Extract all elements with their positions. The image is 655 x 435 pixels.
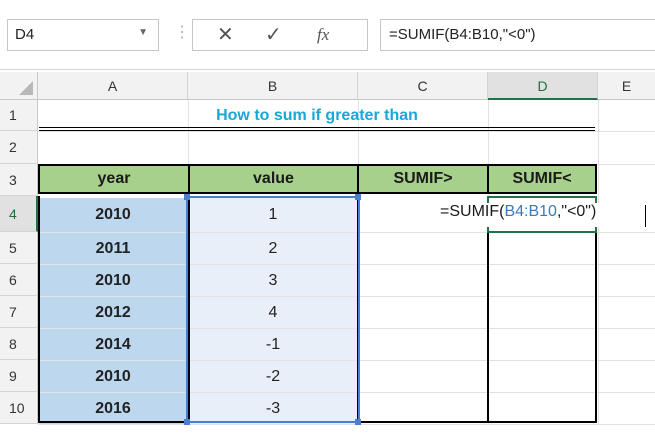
row-header-2[interactable]: 2 [0, 131, 38, 164]
row-header-3[interactable]: 3 [0, 164, 38, 196]
column-header-d[interactable]: D [488, 72, 598, 100]
header-sumif-greater[interactable]: SUMIF> [357, 164, 489, 194]
gridline [38, 424, 655, 425]
cell-d4-editor[interactable]: =SUMIF(B4:B10,"<0") [440, 203, 655, 227]
select-all-corner[interactable] [0, 72, 38, 100]
row-header-10[interactable]: 10 [0, 392, 38, 424]
chevron-down-icon[interactable]: ▼ [138, 27, 148, 38]
gridline [38, 131, 655, 132]
editor-formula-suffix: ,"<0") [556, 203, 597, 220]
reference-handle[interactable] [184, 419, 190, 425]
editor-formula-prefix: =SUMIF( [440, 203, 505, 220]
formula-reference-highlight[interactable] [186, 196, 360, 423]
reference-handle[interactable] [355, 419, 361, 425]
column-header-b[interactable]: B [188, 72, 358, 100]
header-sumif-less[interactable]: SUMIF< [487, 164, 597, 194]
column-header-c[interactable]: C [358, 72, 488, 100]
column-header-e[interactable]: E [598, 72, 655, 100]
editor-formula-range: B4:B10 [504, 203, 557, 220]
header-value[interactable]: value [188, 164, 359, 194]
name-box-value: D4 [15, 26, 35, 43]
formula-input[interactable]: =SUMIF(B4:B10,"<0") [380, 19, 655, 51]
select-all-triangle-icon [19, 81, 33, 95]
close-icon[interactable]: ✕ [217, 24, 234, 46]
formula-bar-grip-icon: ⋮ [174, 24, 190, 41]
name-box[interactable]: D4 ▼ [7, 19, 159, 51]
reference-handle[interactable] [355, 194, 361, 200]
reference-handle[interactable] [184, 194, 190, 200]
sumif-greater-range-border [357, 196, 489, 423]
row-header-4[interactable]: 4 [0, 196, 38, 232]
row-header-6[interactable]: 6 [0, 264, 38, 296]
row-header-1[interactable]: 1 [0, 100, 38, 131]
year-range-border [38, 196, 190, 423]
column-header-a[interactable]: A [38, 72, 188, 100]
insert-function-icon[interactable]: fx [317, 24, 329, 46]
text-cursor [645, 205, 646, 227]
row-header-5[interactable]: 5 [0, 232, 38, 264]
row-header-7[interactable]: 7 [0, 296, 38, 328]
formula-bar-area: D4 ▼ ⋮ ✕ ✓ fx =SUMIF(B4:B10,"<0") [0, 0, 655, 70]
row-header-9[interactable]: 9 [0, 360, 38, 392]
title-double-underline [39, 127, 595, 131]
header-year[interactable]: year [38, 164, 190, 194]
row-header-8[interactable]: 8 [0, 328, 38, 360]
formula-buttons: ✕ ✓ fx [192, 19, 368, 51]
check-icon[interactable]: ✓ [265, 24, 282, 46]
gridline [598, 100, 599, 425]
